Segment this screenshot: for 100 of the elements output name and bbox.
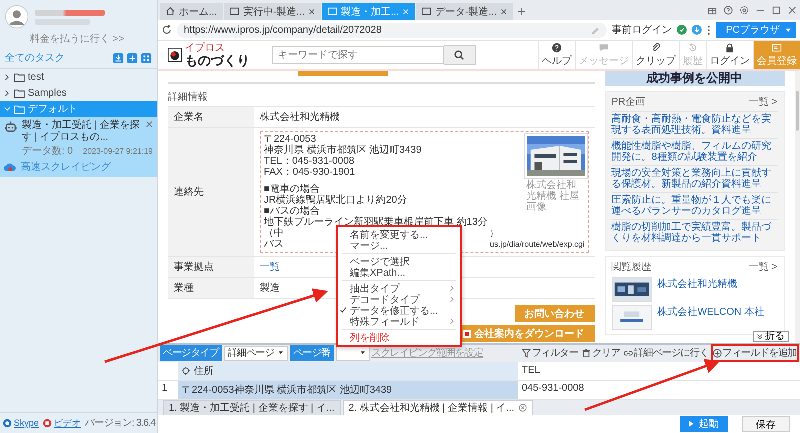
menu-item[interactable]: ページで選択	[338, 256, 460, 267]
contact-line: ）	[490, 228, 498, 239]
chevron-down-icon	[757, 334, 763, 340]
toolbar-button[interactable]: 詳細ページに行く	[623, 345, 710, 362]
timestamp: 2023-09-27 9:21:19	[83, 147, 153, 156]
browser-tab[interactable]: 実行中-製造...	[224, 3, 322, 20]
more-link[interactable]: 一覧 >	[749, 260, 778, 274]
link-icon	[624, 348, 634, 358]
home-icon	[166, 7, 175, 16]
add-icon[interactable]	[127, 52, 138, 64]
plus-icon	[712, 348, 722, 358]
download-icon[interactable]	[692, 25, 702, 35]
folder-item[interactable]: test	[0, 69, 157, 85]
menu-item[interactable]: デコードタイプ	[338, 294, 460, 305]
pr-link[interactable]: 高耐食・高耐熱・電食防止などを実現する表面処理技術。資料進呈	[612, 111, 778, 138]
data-count: データ数: 0	[22, 145, 74, 158]
window-icon	[230, 7, 240, 16]
cloud-icon	[4, 162, 17, 172]
detail-label: 業種	[168, 278, 254, 298]
detail-label: 企業名	[168, 107, 254, 127]
new-tab-icon[interactable]	[518, 8, 526, 15]
logo-subtitle: イプロス	[185, 44, 226, 54]
menu-item[interactable]: マージ...	[338, 240, 460, 251]
window-icon	[422, 7, 432, 16]
close-icon[interactable]	[518, 404, 527, 412]
folder-icon	[14, 72, 25, 82]
nav-button[interactable]: ヘルプ	[538, 41, 575, 69]
toolbar-button[interactable]: フィールドを追加	[712, 345, 798, 362]
target-icon	[182, 366, 190, 375]
nav-button[interactable]: クリップ	[632, 41, 679, 69]
footer-link[interactable]: ビデオ	[54, 416, 82, 430]
contact-line: TEL：045-931-0008	[264, 156, 355, 167]
settings-icon[interactable]	[740, 6, 749, 15]
banner[interactable]: 成功事例を公開中	[604, 71, 785, 86]
history-link[interactable]: 株式会社和光精機	[658, 277, 738, 291]
close-icon[interactable]	[501, 8, 508, 14]
detail-label: 連絡先	[168, 128, 254, 256]
field-label: ページ番	[290, 345, 334, 362]
detail-link[interactable]: 一覧	[260, 262, 280, 273]
contact-line: （中	[264, 228, 284, 239]
menu-item[interactable]: 編集XPath...	[338, 267, 460, 278]
search-button[interactable]	[444, 45, 476, 65]
address-field[interactable]: https://www.ipros.jp/company/detail/2072028	[177, 22, 608, 38]
detail-value: 株式会社和光精機	[260, 112, 340, 123]
folder-item[interactable]: Samples	[0, 85, 157, 101]
close-icon[interactable]	[309, 8, 316, 14]
chevron-right-icon	[4, 90, 11, 96]
collapse-button[interactable]: 折る	[753, 331, 789, 342]
mode-label: 高速スクレイピング	[21, 160, 111, 174]
toolbar-button[interactable]: フィルター	[520, 345, 580, 362]
help-icon[interactable]	[724, 6, 733, 15]
pr-link[interactable]: 機能性樹脂や樹脂、フィルムの研究開発に。8種類の試験装置を紹介	[612, 138, 778, 165]
window-icon	[328, 7, 338, 16]
contact-line: バス	[264, 239, 284, 250]
column-header[interactable]: 住所	[178, 362, 518, 381]
task-tab[interactable]: 2. 株式会社和光精機 | 企業情報 | イ...	[342, 400, 533, 415]
pre-login-link[interactable]: 事前ログイン	[612, 23, 672, 37]
pr-link[interactable]: 圧索防止に。重量物が１人でも楽に運べるバランサーのカタログ進呈	[612, 192, 778, 219]
contact-line: ■電車の場合	[264, 184, 320, 195]
more-icon[interactable]	[707, 24, 712, 36]
check-icon	[340, 307, 347, 314]
history-link[interactable]: 株式会社WELCON 本社	[658, 305, 764, 319]
contact-line: JR横浜線鴨居駅北口より約20分	[264, 195, 408, 206]
photo-caption: 株式会社和光精機 社屋画像	[526, 180, 581, 213]
search-field[interactable]: キーワードで探す	[272, 46, 444, 64]
contact-line: FAX：045-930-1901	[264, 167, 356, 178]
logo-icon	[168, 48, 182, 62]
more-link[interactable]: 一覧 >	[749, 95, 778, 109]
caret-icon	[785, 28, 792, 32]
table-cell: 〒224-0053神奈川県 横浜市都筑区 池辺町3439	[178, 380, 518, 400]
lock-icon	[725, 42, 735, 52]
pr-link[interactable]: 現場の安全対策と業務向上に貢献する保護材。新製品の紹介資料進呈	[612, 165, 778, 192]
menu-item[interactable]: 名前を変更する...	[338, 229, 460, 240]
maximize-icon[interactable]	[772, 6, 781, 15]
toolbar-button[interactable]: クリア	[581, 345, 622, 362]
grid-icon[interactable]	[141, 52, 152, 64]
reload-icon[interactable]	[162, 25, 172, 35]
browser-tab[interactable]: ホーム...	[160, 3, 224, 20]
pr-link[interactable]: 樹脂の切削加工で実績豊富。製品づくりを材料調達から一貫サポート	[612, 219, 778, 246]
chevron-right-icon	[450, 318, 455, 325]
footer-link[interactable]: Skype	[14, 418, 40, 428]
menu-item[interactable]: データを修正する...	[338, 305, 460, 316]
scrollbar-thumb[interactable]	[796, 91, 799, 131]
help-icon	[552, 42, 562, 52]
menu-item[interactable]: 特殊フィールド	[338, 316, 460, 327]
task-card[interactable]: 製造・加工受託 | 企業を探す | イプロスもの... データ数: 0 2023-09-27 9:21:19 高速スクレイピング	[0, 117, 157, 177]
history-icon	[688, 42, 698, 52]
import-icon[interactable]	[113, 52, 124, 64]
robot-icon	[4, 120, 18, 134]
field-label: ページタイプ	[160, 345, 222, 362]
page-type-select[interactable]: 詳細ページ	[224, 346, 288, 361]
task-tab[interactable]: 1. 製造・加工受託 | 企業を探す | イ...	[163, 400, 341, 415]
save-button[interactable]: 保存	[742, 416, 790, 432]
detail-value: 製造	[260, 283, 280, 294]
browser-tab[interactable]: データ-製造...	[416, 3, 514, 20]
menu-item[interactable]: 抽出タイプ	[338, 283, 460, 294]
close-icon[interactable]	[788, 6, 797, 15]
panel-title: PR企画	[612, 96, 646, 109]
site-logo[interactable]: ものづくり	[185, 54, 250, 66]
version-label: バージョン: 3.6.4	[85, 417, 156, 430]
